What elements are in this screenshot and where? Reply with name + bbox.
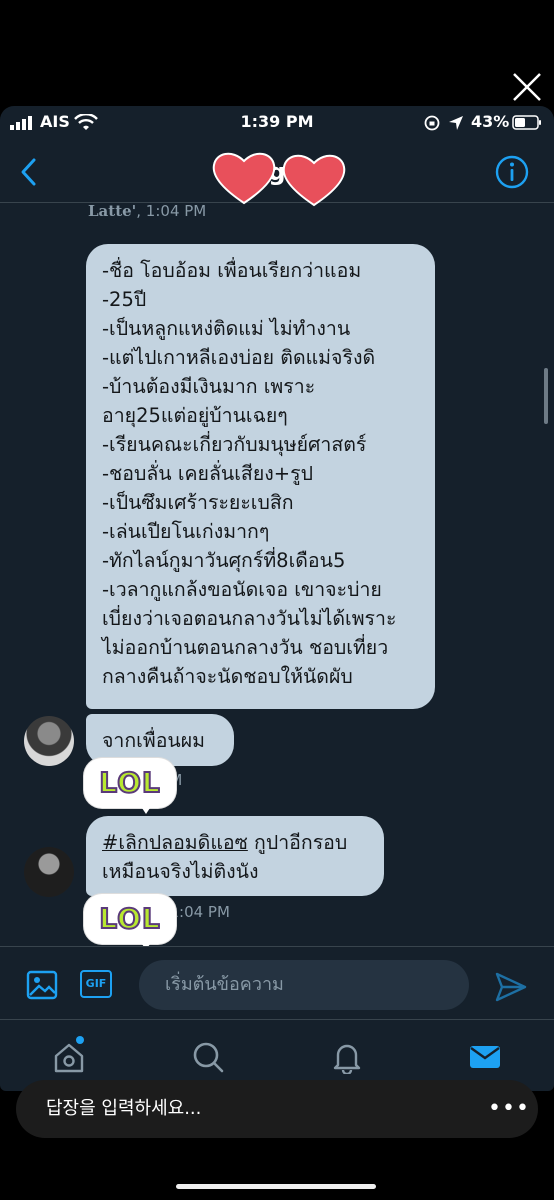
scrollbar[interactable] bbox=[544, 368, 548, 424]
lol-sticker: LOL bbox=[84, 894, 176, 950]
search-icon[interactable] bbox=[191, 1040, 225, 1074]
mail-icon[interactable] bbox=[468, 1040, 502, 1074]
gif-button[interactable]: GIF bbox=[80, 970, 112, 998]
message-composer: GIF เริ่มต้นข้อความ bbox=[0, 946, 554, 1020]
message-time: , 1:04 PM bbox=[136, 202, 207, 220]
more-icon[interactable]: ••• bbox=[488, 1080, 530, 1138]
avatar[interactable] bbox=[24, 716, 74, 766]
home-indicator[interactable] bbox=[176, 1184, 376, 1189]
notification-dot bbox=[76, 1036, 84, 1044]
reply-bar[interactable]: 답장을 입력하세요... ••• bbox=[16, 1080, 538, 1138]
rotation-lock-icon bbox=[424, 115, 440, 131]
home-icon[interactable] bbox=[52, 1040, 86, 1074]
send-icon[interactable] bbox=[494, 971, 528, 1003]
bell-icon[interactable] bbox=[330, 1040, 364, 1074]
sender-name: Latte' bbox=[88, 202, 137, 220]
battery-percent: 43% bbox=[471, 112, 510, 131]
sticker-text: LOL bbox=[98, 901, 161, 936]
conversation-header: g bbox=[0, 142, 554, 207]
heart-stickers bbox=[212, 152, 346, 207]
close-icon[interactable] bbox=[510, 70, 544, 104]
photo-icon[interactable] bbox=[26, 969, 58, 1001]
dm-screen: AIS 1:39 PM 43% g Latte', 1:04 PM -ชื่อ … bbox=[0, 106, 554, 1091]
avatar[interactable] bbox=[24, 847, 74, 897]
message-bubble[interactable]: -ชื่อ โอบอ้อม เพื่อนเรียกว่าแอม -25ปี -เ… bbox=[86, 244, 435, 709]
info-icon[interactable] bbox=[494, 154, 530, 190]
message-input[interactable]: เริ่มต้นข้อความ bbox=[139, 960, 469, 1010]
battery-icon bbox=[512, 115, 541, 130]
reply-input[interactable]: 답장을 입력하세요... bbox=[46, 1080, 201, 1138]
lol-sticker: LOL bbox=[84, 758, 176, 814]
sticker-text: LOL bbox=[98, 765, 161, 800]
location-icon bbox=[449, 116, 463, 130]
status-bar: AIS 1:39 PM 43% bbox=[0, 106, 554, 142]
hashtag-link[interactable]: #เลิกปลอมดิแอซ bbox=[102, 831, 248, 854]
message-meta: Latte', 1:04 PM bbox=[88, 202, 206, 220]
message-bubble[interactable]: #เลิกปลอมดิแอซ กูปาอีกรอบ เหมือนจริงไม่ต… bbox=[86, 816, 384, 896]
